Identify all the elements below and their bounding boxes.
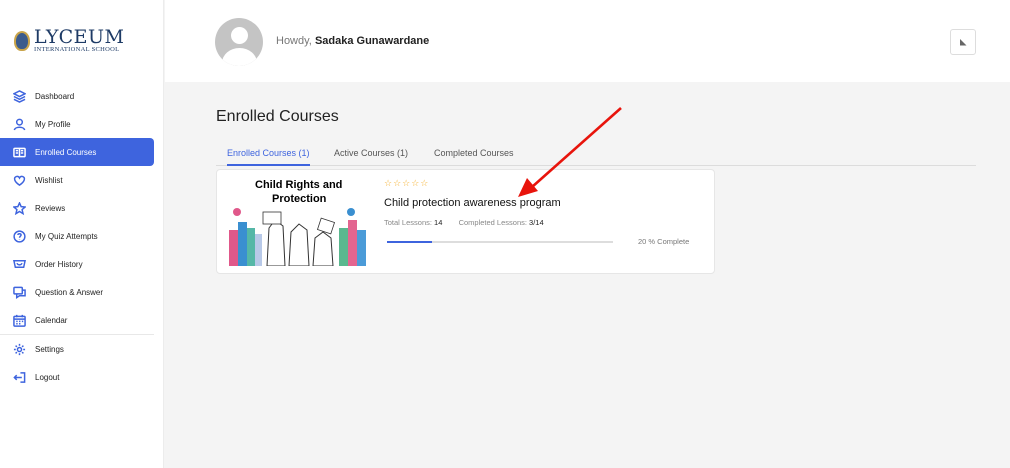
user-greeting: Howdy, Sadaka Gunawardane [276, 35, 429, 47]
sidebar-item-label: Reviews [35, 203, 66, 213]
sidebar: LYCEUM INTERNATIONAL SCHOOL Dashboard My… [0, 0, 164, 468]
crest-icon [14, 30, 30, 51]
logout-icon [12, 370, 26, 384]
page-title: Enrolled Courses [216, 108, 339, 125]
course-title-link[interactable]: Child protection awareness program [384, 197, 561, 209]
sidebar-item-my-profile[interactable]: My Profile [0, 110, 154, 138]
cart-icon [12, 257, 26, 271]
sidebar-item-label: Wishlist [35, 175, 63, 185]
sidebar-item-label: My Quiz Attempts [35, 231, 98, 241]
dashboard-icon [12, 89, 26, 103]
tab-active-courses[interactable]: Active Courses (1) [334, 148, 408, 166]
user-name: Sadaka Gunawardane [314, 35, 430, 47]
sidebar-item-question-answer[interactable]: Question & Answer [0, 278, 154, 306]
sidebar-item-reviews[interactable]: Reviews [0, 194, 154, 222]
total-lessons-value: 14 [434, 218, 443, 227]
qa-icon [12, 285, 26, 299]
brand-subtitle: INTERNATIONAL SCHOOL [34, 46, 120, 53]
quiz-icon [12, 229, 26, 243]
user-icon [12, 117, 26, 131]
sidebar-item-label: Logout [35, 372, 60, 382]
thumbnail-title-line2: Protection [272, 193, 327, 205]
star-icon [12, 201, 26, 215]
brand-logo[interactable]: LYCEUM INTERNATIONAL SCHOOL [14, 28, 125, 54]
heart-icon [12, 173, 26, 187]
sidebar-item-dashboard[interactable]: Dashboard [0, 82, 154, 110]
progress-text: 20 % Complete [638, 237, 690, 246]
calendar-icon [12, 313, 26, 327]
sidebar-item-settings[interactable]: Settings [0, 335, 154, 363]
brand-name: LYCEUM [34, 26, 125, 48]
avatar[interactable] [215, 18, 263, 66]
greeting-text: Howdy, [276, 35, 312, 47]
tab-enrolled-courses[interactable]: Enrolled Courses (1) [227, 148, 310, 166]
sidebar-item-label: Calendar [35, 315, 68, 325]
sidebar-item-label: Enrolled Courses [35, 147, 97, 157]
sidebar-item-label: Dashboard [35, 91, 75, 101]
sidebar-item-enrolled-courses[interactable]: Enrolled Courses [0, 138, 154, 166]
sidebar-item-label: Question & Answer [35, 287, 104, 297]
menu-toggle-button[interactable] [950, 29, 976, 55]
gear-icon [12, 342, 26, 356]
sidebar-item-label: My Profile [35, 119, 71, 129]
total-lessons-label: Total Lessons: [384, 218, 432, 227]
sidebar-item-wishlist[interactable]: Wishlist [0, 166, 154, 194]
thumbnail-title-line1: Child Rights and [255, 179, 343, 191]
progress-bar [387, 241, 613, 243]
sidebar-item-label: Settings [35, 344, 64, 354]
top-header: Howdy, Sadaka Gunawardane [165, 0, 1010, 82]
course-thumbnail[interactable]: Child Rights and Protection [227, 178, 368, 266]
sidebar-item-label: Order History [35, 259, 83, 269]
sidebar-nav: Dashboard My Profile Enrolled Courses Wi… [0, 82, 164, 391]
course-tabs: Enrolled Courses (1) Active Courses (1) … [216, 148, 976, 166]
tab-completed-courses[interactable]: Completed Courses [434, 148, 514, 166]
hands-illustration [229, 208, 366, 266]
sidebar-item-logout[interactable]: Logout [0, 363, 154, 391]
rating-stars: ☆☆☆☆☆ [384, 179, 430, 189]
toggle-icon [959, 38, 967, 46]
progress-fill [387, 241, 433, 243]
sidebar-item-calendar[interactable]: Calendar [0, 306, 154, 334]
book-icon [12, 145, 26, 159]
completed-lessons-value: 3/14 [529, 218, 544, 227]
course-card[interactable]: Child Rights and Protection ☆☆☆☆☆ Child … [216, 169, 715, 274]
sidebar-item-my-quiz-attempts[interactable]: My Quiz Attempts [0, 222, 154, 250]
completed-lessons-label: Completed Lessons: [458, 218, 527, 227]
sidebar-item-order-history[interactable]: Order History [0, 250, 154, 278]
lesson-meta: Total Lessons: 14 Completed Lessons: 3/1… [384, 218, 544, 227]
